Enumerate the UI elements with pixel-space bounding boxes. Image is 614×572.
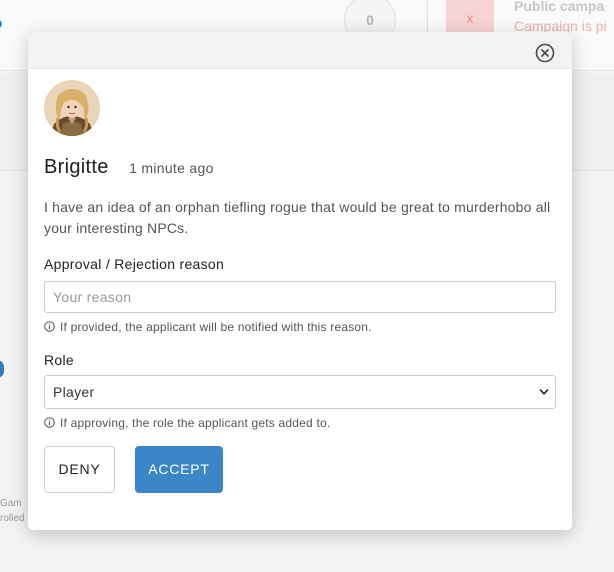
chevron-down-icon [539,389,549,395]
background-side-text: rolled [0,513,25,524]
background-divider [427,0,428,36]
background-side-text: Gam [0,498,22,509]
close-circle-icon [535,43,555,63]
application-timestamp: 1 minute ago [129,160,214,176]
background-status-tile: x [446,0,494,36]
background-campaign-title: Public campa [514,0,605,14]
modal-header [28,32,572,69]
role-select[interactable]: Player [44,375,556,409]
reason-hint: If provided, the applicant will be notif… [44,320,372,334]
role-select-value: Player [53,384,95,400]
accept-button[interactable]: ACCEPT [135,446,223,493]
reason-input[interactable] [44,281,556,313]
role-hint-text: If approving, the role the applicant get… [60,416,331,430]
reason-hint-text: If provided, the applicant will be notif… [60,320,372,334]
role-hint: If approving, the role the applicant get… [44,416,330,430]
avatar-portrait [44,80,100,136]
application-message: I have an idea of an orphan tiefling rog… [44,199,551,236]
application-review-modal: Brigitte 1 minute ago I have an idea of … [28,32,572,530]
background-side-indicator [0,360,4,378]
info-circle-icon [44,321,55,332]
applicant-header: Brigitte 1 minute ago [44,156,214,180]
applicant-name: Brigitte [44,156,109,178]
reason-label: Approval / Rejection reason [44,256,225,272]
deny-button[interactable]: DENY [44,446,115,493]
info-circle-icon [44,417,55,428]
close-button[interactable] [535,43,555,63]
role-label: Role [44,352,74,368]
avatar [44,80,100,136]
